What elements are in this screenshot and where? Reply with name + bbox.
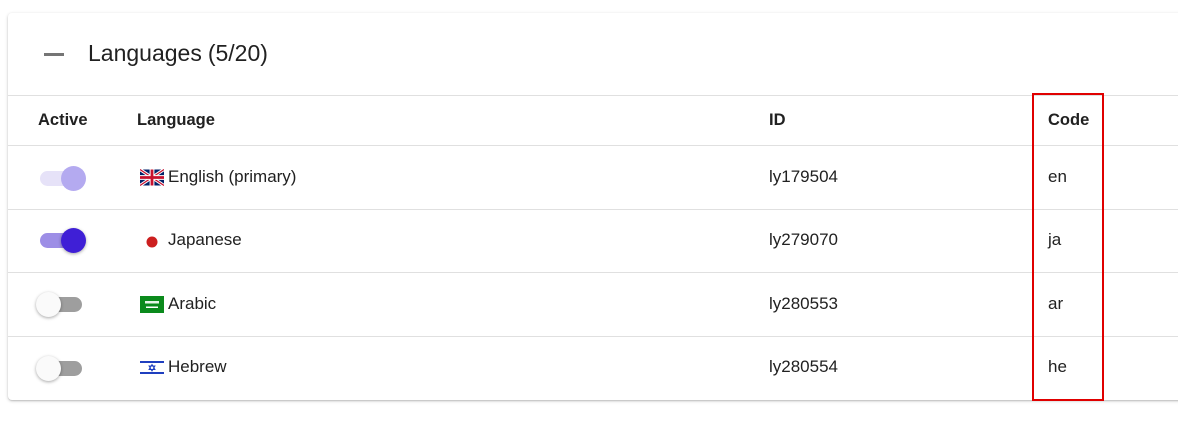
column-header-code: Code [1048,111,1090,129]
language-cell-arabic: Arabic [140,294,216,314]
column-header-active: Active [38,111,88,129]
panel-title-count: (5/20) [207,40,268,66]
toggle-thumb [36,292,61,317]
language-code: ar [1048,294,1064,313]
language-code: en [1048,167,1067,186]
active-toggle-arabic[interactable] [36,291,86,317]
active-toggle-japanese[interactable] [38,227,88,253]
language-code: he [1048,357,1067,376]
panel-title: Languages (5/20) [88,39,268,67]
uk-flag-icon [140,168,164,186]
active-toggle-hebrew[interactable] [36,355,86,381]
language-cell-japanese: Japanese [140,230,242,250]
language-cell-english: English (primary) [140,167,296,187]
column-header-id: ID [769,111,786,129]
language-name: Hebrew [168,357,227,376]
language-id: ly280553 [769,294,839,313]
header-divider [8,145,1178,146]
collapse-button[interactable] [32,40,74,68]
active-toggle-english[interactable] [38,165,88,191]
language-id: ly280554 [769,357,839,376]
row-divider [8,209,1178,210]
toggle-thumb [36,356,61,381]
language-name: Arabic [168,294,217,313]
row-divider [8,336,1178,337]
israel-flag-icon [140,358,164,376]
languages-panel: Languages (5/20) Active Language ID Code … [8,13,1178,400]
language-code: ja [1048,230,1062,249]
minus-icon [44,53,64,56]
saudi-flag-icon [140,295,164,313]
japan-flag-icon [140,232,164,249]
language-cell-hebrew: Hebrew [140,357,227,377]
column-header-language: Language [137,111,215,129]
panel-title-label: Languages [88,40,202,66]
row-divider [8,272,1178,273]
language-id: ly179504 [769,167,839,186]
panel-header: Languages (5/20) [8,13,1178,96]
toggle-thumb [61,228,86,253]
language-id: ly279070 [769,230,839,249]
language-name: English (primary) [168,167,297,186]
toggle-thumb [61,166,86,191]
language-name: Japanese [168,230,242,249]
